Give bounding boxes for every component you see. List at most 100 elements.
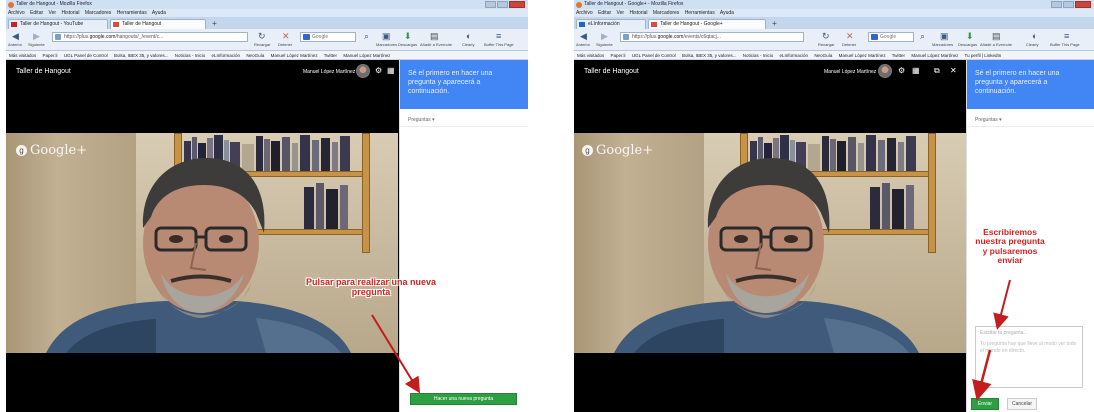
bookmark-item[interactable]: Paper.li: [611, 53, 626, 58]
url-bar[interactable]: https://plus.google.com/hangouts/_/event…: [52, 32, 248, 42]
evernote-icon[interactable]: ▤: [992, 31, 1001, 41]
magnifier-icon[interactable]: ⌕: [364, 31, 369, 41]
downloads-icon[interactable]: ⬇: [404, 31, 412, 41]
cancel-button[interactable]: Cancelar: [1007, 398, 1037, 410]
bookmark-item[interactable]: UGL Panel de Control: [64, 53, 108, 58]
bookmark-item[interactable]: Más visitados: [9, 53, 36, 58]
evernote-icon[interactable]: ▤: [430, 31, 439, 41]
minimize-button[interactable]: [485, 1, 496, 8]
bookmark-item[interactable]: Paper.li: [43, 53, 58, 58]
avatar[interactable]: [878, 64, 892, 78]
new-tab-button[interactable]: +: [208, 20, 221, 29]
bookmark-item[interactable]: eLInformación: [780, 53, 809, 58]
menu-ayuda[interactable]: Ayuda: [720, 10, 734, 16]
new-question-button[interactable]: Hacer una nueva pregunta: [410, 393, 517, 405]
tab-label: eLInformación: [588, 21, 620, 27]
search-placeholder: Google: [880, 34, 897, 40]
video-feed: g Google+: [574, 133, 966, 353]
reload-icon[interactable]: ↻: [822, 31, 830, 41]
close-button[interactable]: [509, 1, 525, 8]
questions-dropdown[interactable]: Preguntas ▾: [408, 117, 435, 123]
popout-icon[interactable]: ⧉: [934, 67, 940, 75]
menu-ayuda[interactable]: Ayuda: [152, 10, 166, 16]
person: [614, 158, 919, 353]
bookmark-item[interactable]: Twitter: [892, 53, 905, 58]
menu-marcadores[interactable]: Marcadores: [653, 10, 679, 16]
settings-icon[interactable]: ⚙: [375, 67, 382, 75]
menu-editar[interactable]: Editar: [30, 10, 43, 16]
url-bar[interactable]: https://plus.google.com/events/c6qtacj..…: [620, 32, 804, 42]
bookmark-item[interactable]: NeoGuía: [814, 53, 832, 58]
reload-icon[interactable]: ↻: [258, 31, 266, 41]
tab-hangout[interactable]: Taller de Hangout: [110, 19, 206, 29]
downloads-label: Descargas: [958, 42, 978, 47]
settings-icon[interactable]: ⚙: [898, 67, 905, 75]
bookmark-item[interactable]: Manuel López Martínez: [839, 53, 886, 58]
downloads-icon[interactable]: ⬇: [966, 31, 974, 41]
close-icon[interactable]: ✕: [950, 67, 957, 75]
question-input[interactable]: Escribe tu pregunta... Tu pregunta hay q…: [975, 326, 1083, 388]
tab-hangout[interactable]: Taller de Hangout - Google+: [648, 19, 766, 29]
google-plus-icon: [651, 22, 657, 27]
maximize-button[interactable]: [1063, 1, 1074, 8]
bookmark-item[interactable]: NeoGuía: [246, 53, 264, 58]
bookmarks-icon[interactable]: ▣: [940, 31, 949, 41]
bookmark-item[interactable]: Bolsa, IBEX 35, y valores...: [114, 53, 169, 58]
forward-icon[interactable]: ▶: [601, 31, 608, 41]
brand-text: Google+: [30, 143, 88, 158]
menu-ver[interactable]: Ver: [49, 10, 57, 16]
menu-archivo[interactable]: Archivo: [8, 10, 25, 16]
back-icon[interactable]: ◀: [580, 31, 587, 41]
bookmark-item[interactable]: UGL Panel de Control: [632, 53, 676, 58]
grid-icon[interactable]: ▦: [912, 67, 920, 75]
search-box[interactable]: Google: [300, 32, 356, 42]
menu-herramientas[interactable]: Herramientas: [117, 10, 147, 16]
send-button[interactable]: Enviar: [971, 398, 999, 410]
menu-marcadores[interactable]: Marcadores: [85, 10, 111, 16]
bookmark-item[interactable]: Bolsa, IBEX 35, y valores...: [682, 53, 737, 58]
app-title: Taller de Hangout: [16, 68, 71, 75]
clearly-icon[interactable]: ◐: [466, 31, 471, 41]
clearly-label: Clearly: [462, 42, 475, 47]
bookmark-item[interactable]: Manuel López Martínez: [271, 53, 318, 58]
bookmark-item[interactable]: Noticias - Inicio: [175, 53, 206, 58]
menu-herramientas[interactable]: Herramientas: [685, 10, 715, 16]
bookmark-item[interactable]: eLInformación: [212, 53, 241, 58]
new-tab-button[interactable]: +: [768, 20, 781, 29]
url-prefix: https://plus.: [64, 34, 90, 40]
menu-historial[interactable]: Historial: [629, 10, 647, 16]
stop-icon[interactable]: ✕: [846, 31, 854, 41]
buffer-icon[interactable]: ≡: [496, 31, 501, 41]
avatar[interactable]: [356, 64, 370, 78]
tab-elinformacion[interactable]: eLInformación: [576, 19, 646, 29]
magnifier-icon[interactable]: ⌕: [920, 31, 925, 41]
bookmark-item[interactable]: Noticias - Inicio: [743, 53, 774, 58]
google-plus-watermark: g Google+: [16, 143, 87, 158]
promo-banner: Sé el primero en hacer una pregunta y ap…: [400, 60, 528, 109]
clearly-icon[interactable]: ◐: [1032, 31, 1037, 41]
bookmarks-icon[interactable]: ▣: [382, 31, 391, 41]
stop-icon[interactable]: ✕: [282, 31, 290, 41]
grid-icon[interactable]: ▦: [387, 67, 395, 75]
questions-dropdown[interactable]: Preguntas ▾: [975, 117, 1002, 123]
menu-historial[interactable]: Historial: [61, 10, 79, 16]
close-button[interactable]: [1075, 1, 1091, 8]
buffer-icon[interactable]: ≡: [1064, 31, 1069, 41]
bookmark-item[interactable]: Manuel López Martínez: [343, 53, 390, 58]
clearly-label: Clearly: [1026, 42, 1039, 47]
bookmark-item[interactable]: Twitter: [324, 53, 337, 58]
tab-youtube[interactable]: Taller de Hangout - YouTube: [8, 19, 108, 29]
bookmark-item[interactable]: Tu perfil | LinkedIn: [965, 53, 1002, 58]
menu-archivo[interactable]: Archivo: [576, 10, 593, 16]
bookmark-item[interactable]: Manuel López Martínez: [911, 53, 958, 58]
menu-ver[interactable]: Ver: [617, 10, 625, 16]
menu-editar[interactable]: Editar: [598, 10, 611, 16]
search-box[interactable]: Google: [868, 32, 914, 42]
promo-text: Sé el primero en hacer una pregunta y ap…: [408, 70, 493, 95]
url-path: /hangouts/_/event/c...: [115, 34, 164, 40]
back-icon[interactable]: ◀: [12, 31, 19, 41]
forward-icon[interactable]: ▶: [33, 31, 40, 41]
bookmark-item[interactable]: Más visitados: [577, 53, 604, 58]
maximize-button[interactable]: [497, 1, 508, 8]
minimize-button[interactable]: [1051, 1, 1062, 8]
